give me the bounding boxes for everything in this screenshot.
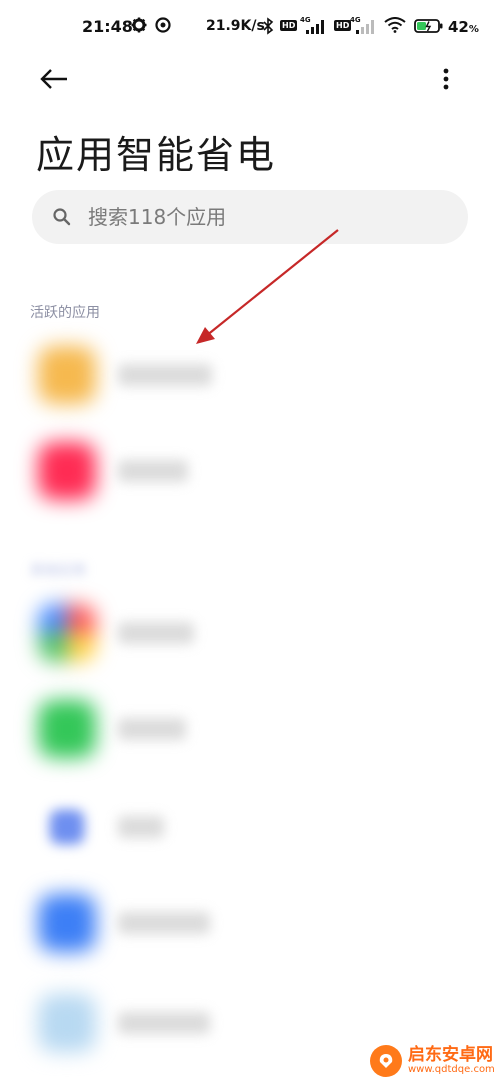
- app-icon: [38, 346, 96, 404]
- app-name: [118, 1012, 210, 1034]
- net-type-label: 4G: [350, 16, 361, 24]
- app-row[interactable]: [0, 690, 500, 786]
- app-row[interactable]: [0, 884, 500, 980]
- page-title: 应用智能省电: [36, 133, 277, 177]
- app-icon: [38, 994, 96, 1052]
- back-arrow-icon: [40, 69, 67, 89]
- app-icon: [38, 894, 96, 952]
- hd-badge: HD: [280, 20, 298, 31]
- watermark-url: www.qdtdqe.com: [408, 1063, 495, 1075]
- section-label-other: 其他应用: [30, 563, 86, 579]
- app-icon: [49, 809, 85, 845]
- hd-badge: HD: [334, 20, 352, 31]
- app-icon: [38, 442, 96, 500]
- app-row[interactable]: [0, 432, 500, 528]
- bluetooth-icon: [263, 17, 274, 35]
- more-options-button[interactable]: [430, 62, 462, 96]
- app-icon: [38, 700, 96, 758]
- watermark-logo-icon: [370, 1045, 402, 1077]
- app-name: [118, 816, 164, 838]
- net-type-label: 4G: [300, 16, 311, 24]
- watermark-name: 启东安卓网: [408, 1044, 493, 1065]
- vpn-icon: [155, 17, 171, 33]
- section-label-active: 活跃的应用: [30, 305, 100, 321]
- app-row[interactable]: [0, 788, 500, 884]
- signal-icon: 4G: [300, 16, 324, 34]
- battery-icon: [414, 19, 443, 33]
- search-bar[interactable]: [32, 190, 468, 244]
- app-name: [118, 912, 210, 934]
- app-name: [118, 622, 194, 644]
- signal-icon: 4G: [350, 16, 374, 34]
- back-button[interactable]: [34, 62, 74, 96]
- search-input[interactable]: [86, 204, 430, 230]
- search-icon: [53, 208, 71, 226]
- app-name: [118, 718, 186, 740]
- app-row[interactable]: [0, 594, 500, 690]
- status-time: 21:48: [82, 17, 133, 36]
- gear-icon: [131, 17, 147, 33]
- battery-percent: 42%: [448, 18, 479, 36]
- more-vertical-icon: [443, 68, 449, 90]
- app-row[interactable]: [0, 336, 500, 432]
- watermark: 启东安卓网 www.qdtdqe.com: [370, 1045, 495, 1077]
- status-bar: 21:48 21.9K/s HD 4G HD 4G 42%: [0, 0, 500, 56]
- app-name: [118, 460, 188, 482]
- app-name: [118, 364, 212, 386]
- net-speed: 21.9K/s: [206, 18, 265, 34]
- app-icon: [38, 604, 96, 662]
- wifi-icon: [384, 17, 406, 33]
